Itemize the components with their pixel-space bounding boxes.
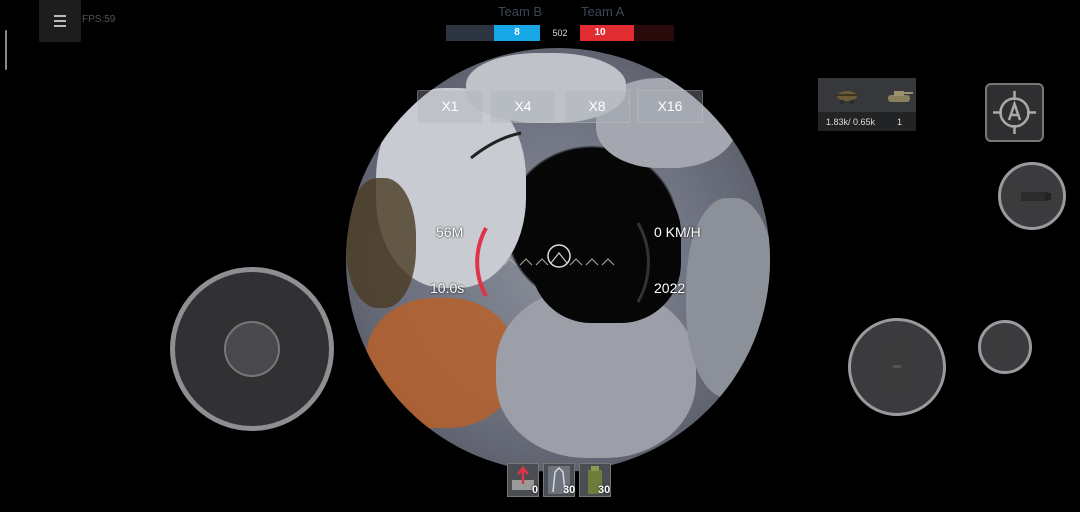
secondary-fire-button[interactable]	[978, 320, 1032, 374]
joystick-knob[interactable]	[224, 321, 280, 377]
tank-icon	[888, 91, 913, 102]
team-b-score: 8	[514, 27, 520, 38]
binoculars-icon	[1013, 190, 1051, 203]
bullet-icon	[1003, 333, 1007, 359]
edge-handle[interactable]	[5, 30, 7, 70]
match-timer: 502	[552, 28, 568, 38]
fps-counter: FPS:59	[82, 14, 116, 25]
auto-aim-icon	[993, 91, 1036, 134]
ammo-count-he: 0	[532, 484, 539, 496]
squad-count: 1	[897, 117, 903, 127]
fire-button[interactable]	[848, 318, 946, 416]
menu-button[interactable]	[39, 0, 81, 42]
ammo-count-ap: 30	[563, 484, 576, 496]
range-readout: 56M	[436, 224, 464, 240]
ammo-count-heat: 30	[598, 484, 611, 496]
vehicle-year: 2022	[654, 280, 686, 296]
speed-arc	[636, 222, 650, 303]
scope-toggle-button[interactable]	[998, 162, 1066, 230]
speed-readout: 0 KM/H	[654, 224, 701, 240]
reload-timer: 10.0s	[430, 280, 465, 296]
scope-reticle	[470, 131, 650, 303]
team-b-label: Team B	[498, 4, 543, 19]
infantry-icon	[834, 91, 860, 104]
shell-icon	[893, 341, 901, 387]
auto-aim-button[interactable]	[985, 83, 1044, 142]
zoom-x8-button[interactable]: X8	[564, 90, 630, 123]
zoom-x4-button[interactable]: X4	[490, 90, 556, 123]
squad-kd: 1.83k/ 0.65k	[826, 117, 876, 127]
zoom-x1-button[interactable]: X1	[417, 90, 483, 123]
team-a-score: 10	[594, 27, 606, 38]
reticle-circle	[547, 244, 571, 268]
team-a-label: Team A	[581, 4, 625, 19]
range-arc	[475, 227, 488, 297]
hamburger-icon	[54, 15, 66, 27]
zoom-x16-button[interactable]: X16	[637, 90, 703, 123]
